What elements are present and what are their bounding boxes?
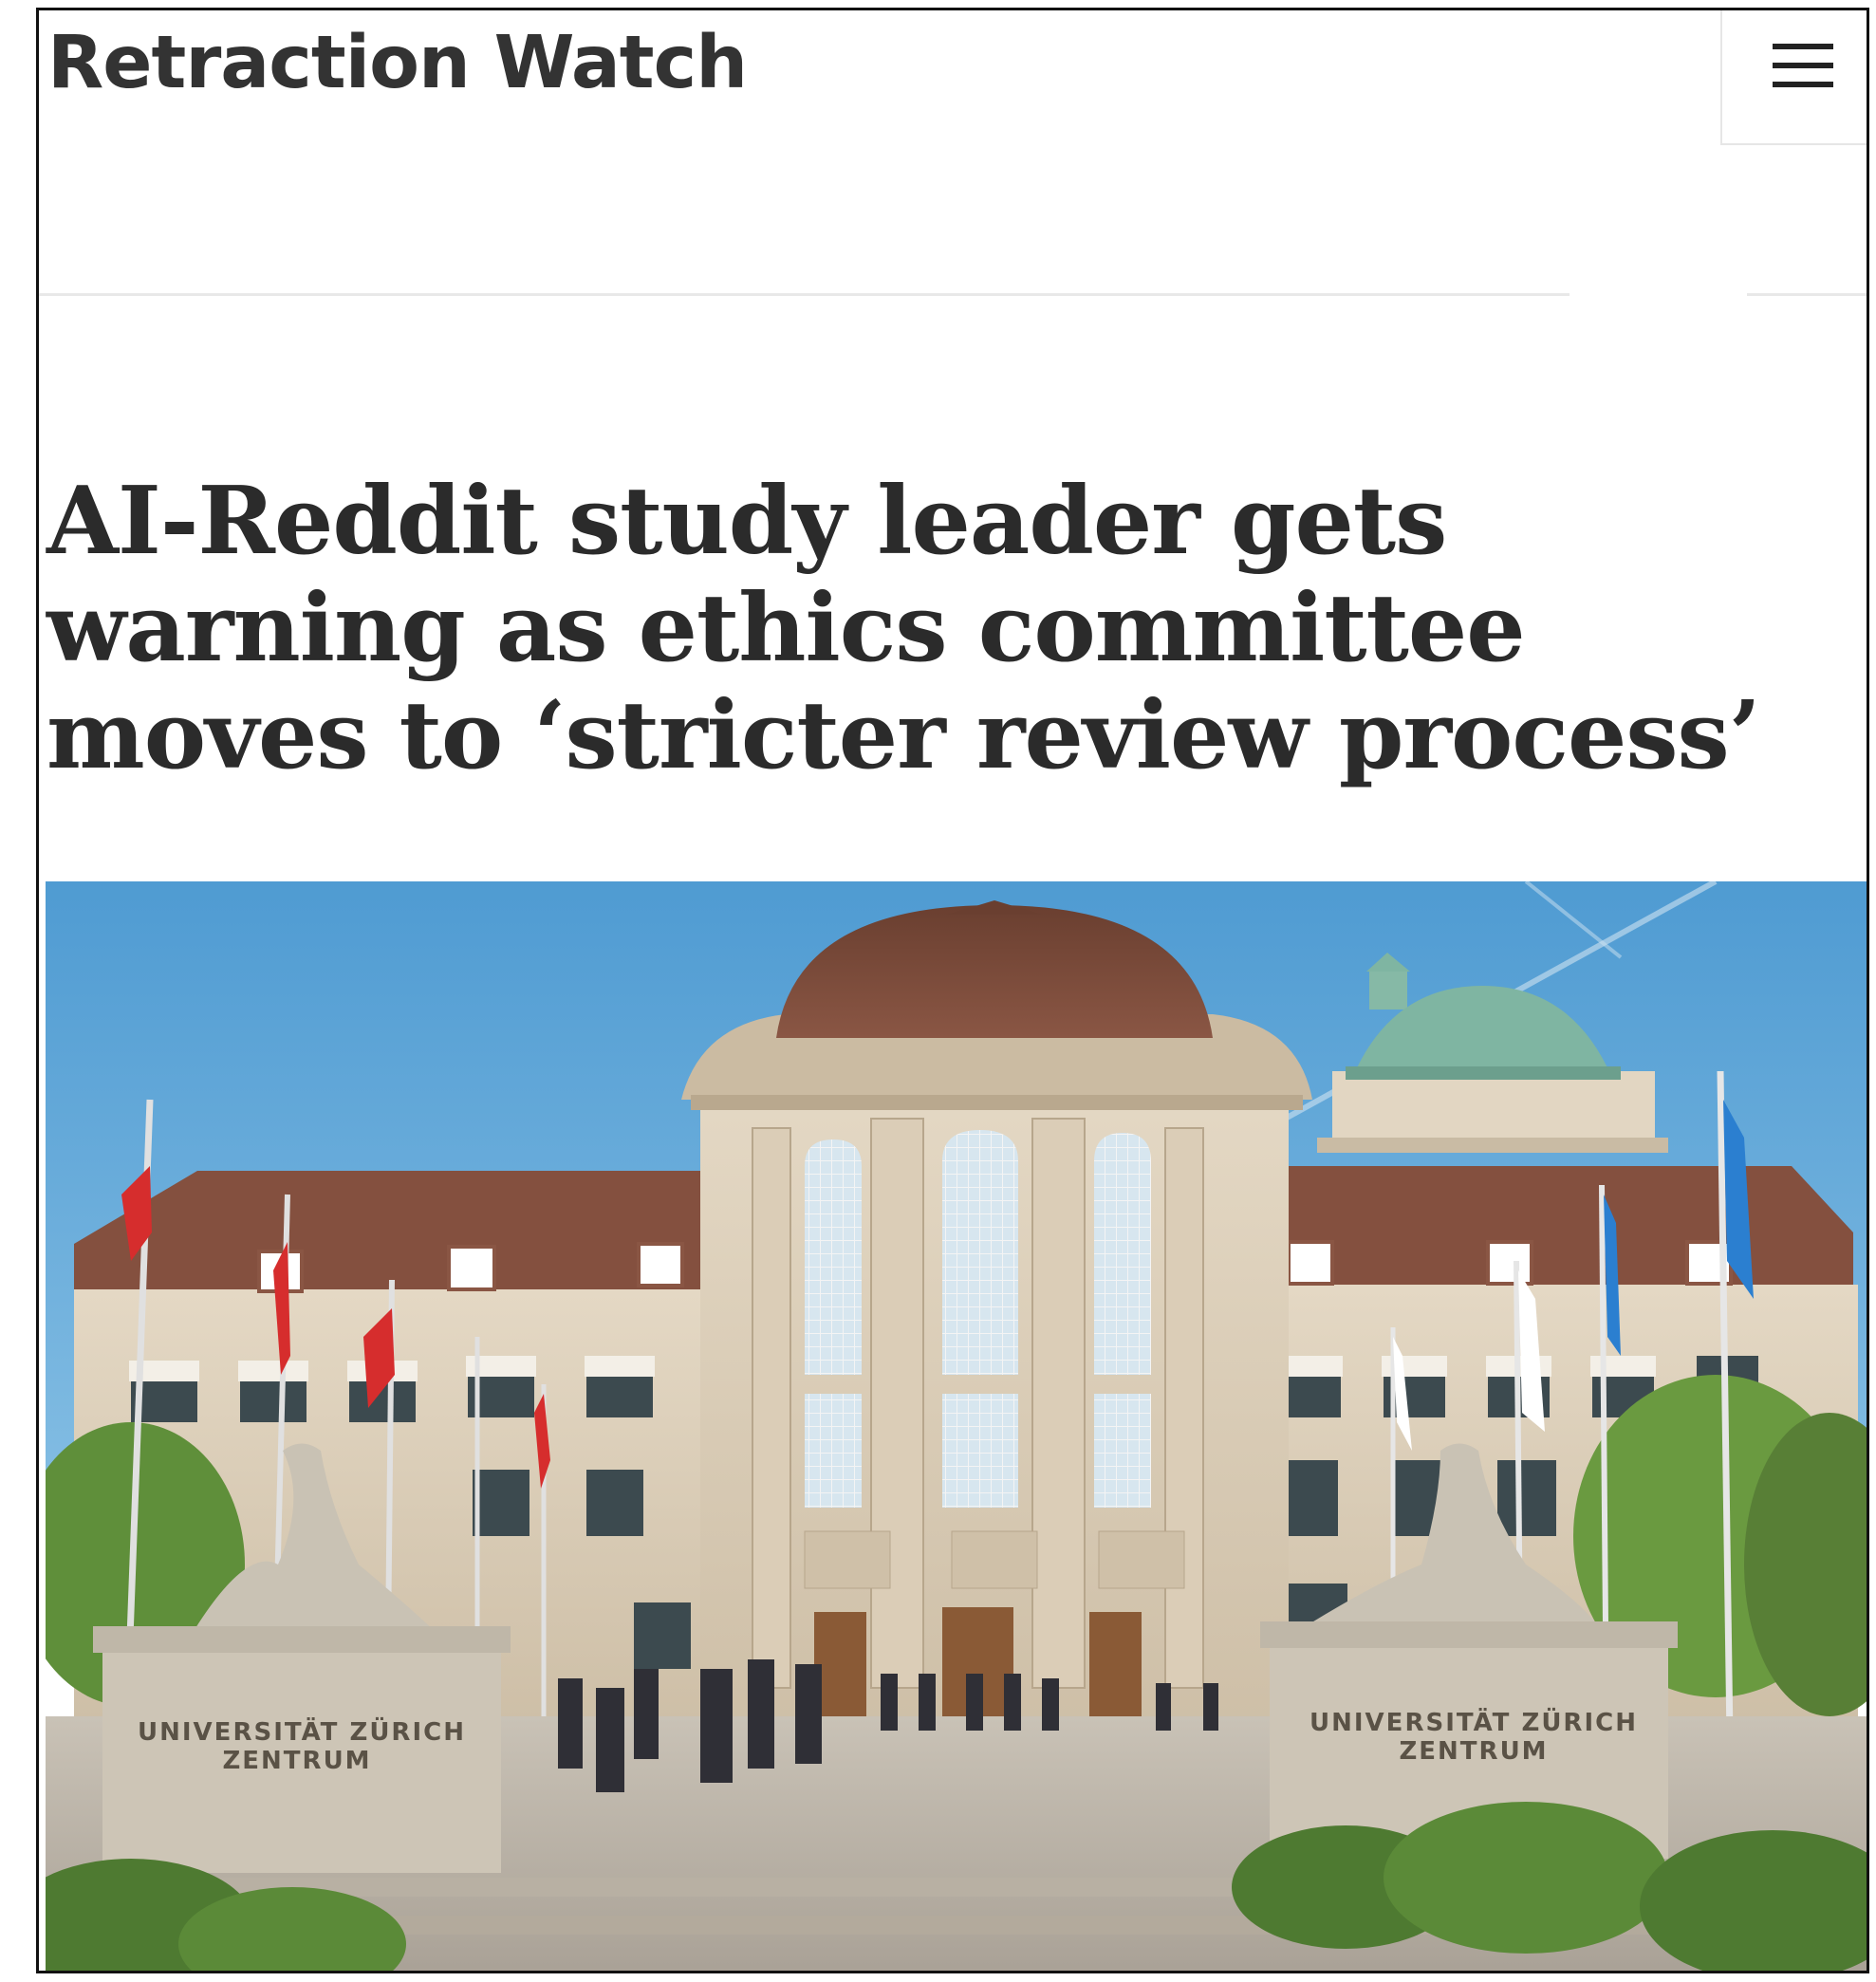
featured-image: UNIVERSITÄT ZÜRICH ZENTRUM UNIVERSITÄT Z… [46, 881, 1867, 1971]
plinth-right-line2: ZENTRUM [1399, 1737, 1548, 1766]
menu-button[interactable] [1720, 10, 1867, 145]
plinth-left-line1: UNIVERSITÄT ZÜRICH [138, 1715, 466, 1747]
plinth-left-line2: ZENTRUM [222, 1747, 371, 1775]
article-headline[interactable]: AI-Reddit study leader gets warning as e… [46, 468, 1849, 789]
plinth-right-line1: UNIVERSITÄT ZÜRICH [1309, 1706, 1638, 1737]
page-frame: Retraction Watch AI-Reddit study leader … [36, 8, 1869, 1973]
header-divider [39, 293, 1570, 296]
site-title[interactable]: Retraction Watch [47, 23, 748, 104]
header-divider-right [1747, 293, 1867, 296]
central-rotunda [681, 900, 1312, 1754]
